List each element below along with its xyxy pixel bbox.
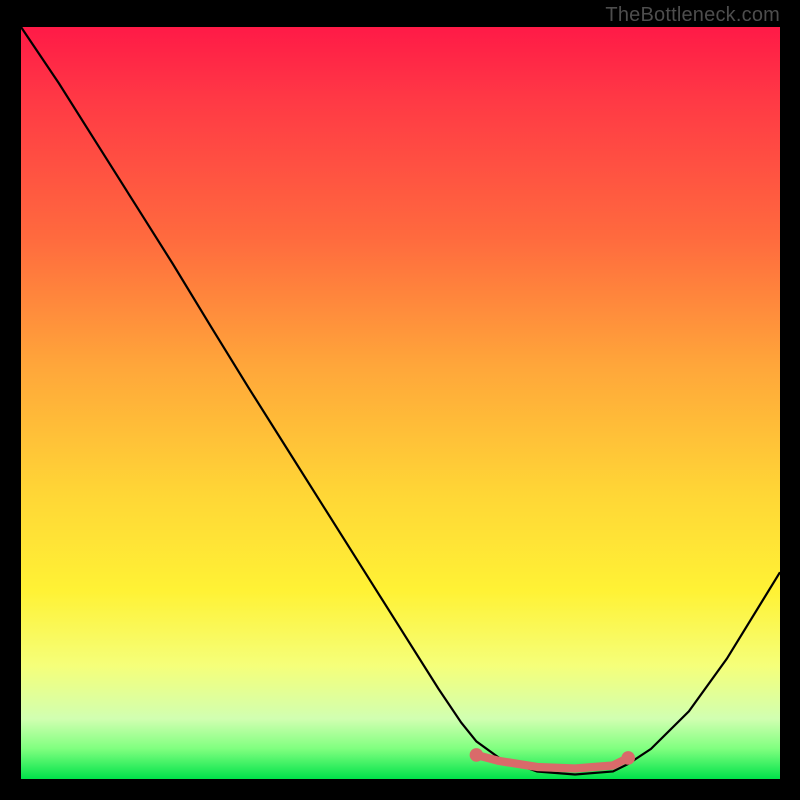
bottleneck-curve <box>21 27 780 774</box>
optimal-range-start-dot <box>470 748 484 762</box>
chart-overlay <box>21 27 780 779</box>
attribution-label: TheBottleneck.com <box>605 4 780 27</box>
optimal-range-highlight <box>476 755 628 769</box>
chart-frame: TheBottleneck.com <box>0 0 800 800</box>
optimal-range-end-dot <box>621 751 635 765</box>
